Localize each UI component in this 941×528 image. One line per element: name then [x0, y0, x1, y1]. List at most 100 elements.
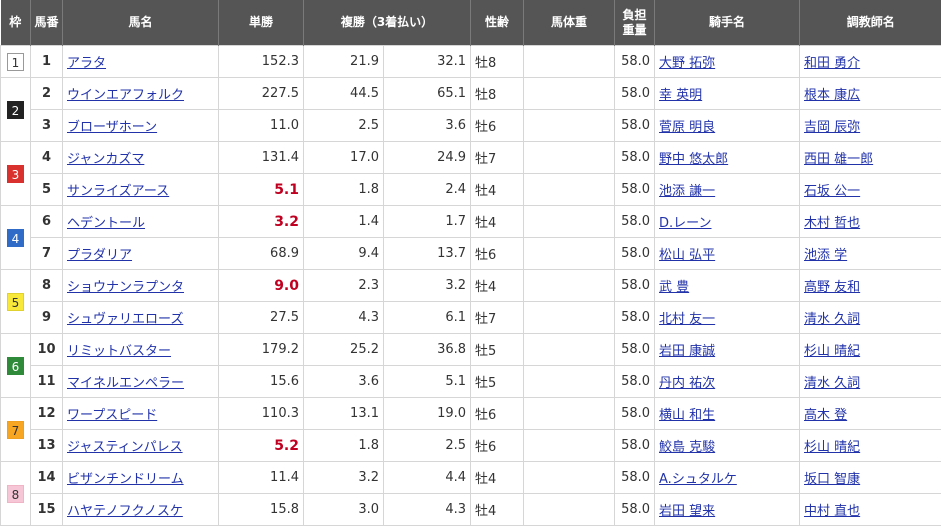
jockey-name-link[interactable]: 菅原 明良	[659, 120, 715, 135]
burden-weight: 58.0	[614, 205, 656, 238]
horse-name-cell: ジャンカズマ	[62, 141, 219, 174]
jockey-name-cell: 北村 友一	[654, 301, 801, 334]
trainer-name-link[interactable]: 木村 哲也	[804, 216, 860, 231]
waku-badge: 8	[7, 484, 24, 503]
horse-name-cell: サンライズアース	[62, 173, 219, 206]
table-row: 1 1 アラタ 152.3 21.9 32.1 牡8 58.0 大野 拓弥 和田 勇介	[0, 45, 941, 78]
place-odds-max: 3.2	[382, 269, 472, 302]
jockey-name-link[interactable]: 武 豊	[659, 280, 689, 295]
jockey-name-link[interactable]: 丹内 祐次	[659, 376, 715, 391]
table-row: 9 シュヴァリエローズ 27.5 4.3 6.1 牡7 58.0 北村 友一 清水 久詞	[1, 301, 941, 334]
horse-name-link[interactable]: リミットバスター	[67, 344, 171, 359]
waku-cell: 7	[0, 397, 31, 462]
umaban: 8	[30, 269, 63, 302]
burden-weight: 58.0	[614, 269, 656, 302]
trainer-name-link[interactable]: 和田 勇介	[804, 56, 860, 71]
burden-weight: 58.0	[614, 365, 656, 398]
jockey-name-link[interactable]: 岩田 望来	[659, 504, 715, 519]
jockey-name-link[interactable]: 野中 悠太郎	[659, 152, 728, 167]
jockey-name-link[interactable]: D.レーン	[659, 216, 712, 231]
jockey-name-link[interactable]: 横山 和生	[659, 408, 715, 423]
jockey-name-link[interactable]: 池添 謙一	[659, 184, 715, 199]
table-row: 7 12 ワープスピード 110.3 13.1 19.0 牡6 58.0 横山 和生 高木 登	[0, 397, 941, 462]
table-row: 3 ブローザホーン 11.0 2.5 3.6 牡6 58.0 菅原 明良 吉岡 辰弥	[1, 109, 941, 142]
table-row: 8 14 ビザンチンドリーム 11.4 3.2 4.4 牡4 58.0 A.シュタルケ 坂口 智康	[0, 461, 941, 526]
trainer-name-link[interactable]: 石坂 公一	[804, 184, 860, 199]
horse-name-link[interactable]: アラタ	[67, 56, 106, 71]
odds-table: 枠 馬番 馬名 単勝 複勝（3着払い） 性齢 馬体重 負担 重量 騎手名 調教師…	[0, 0, 941, 526]
table-row: 5 サンライズアース 5.1 1.8 2.4 牡4 58.0 池添 謙一 石坂 公一	[1, 173, 941, 206]
burden-weight: 58.0	[614, 173, 656, 206]
trainer-name-link[interactable]: 坂口 智康	[804, 472, 860, 487]
horse-name-link[interactable]: ハヤテノフクノスケ	[67, 504, 183, 519]
jockey-name-link[interactable]: 大野 拓弥	[659, 56, 715, 71]
horse-name-cell: マイネルエンペラー	[62, 365, 219, 398]
umaban: 6	[30, 205, 63, 238]
sex-age: 牡5	[470, 365, 525, 398]
header-umaban: 馬番	[30, 0, 63, 46]
trainer-name-link[interactable]: 中村 直也	[804, 504, 860, 519]
waku-badge: 1	[7, 52, 24, 71]
header-trainer: 調教師名	[799, 0, 941, 46]
sex-age: 牡8	[470, 45, 525, 78]
sex-age: 牡4	[470, 269, 525, 302]
trainer-name-cell: 木村 哲也	[799, 205, 941, 238]
jockey-name-link[interactable]: 岩田 康誠	[659, 344, 715, 359]
jockey-name-cell: 丹内 祐次	[654, 365, 801, 398]
table-row: 11 マイネルエンペラー 15.6 3.6 5.1 牡5 58.0 丹内 祐次 清水 久詞	[1, 365, 941, 398]
sex-age: 牡7	[470, 141, 525, 174]
trainer-name-link[interactable]: 杉山 晴紀	[804, 344, 860, 359]
jockey-name-link[interactable]: A.シュタルケ	[659, 472, 737, 487]
place-odds-min: 9.4	[303, 237, 384, 270]
place-odds-max: 2.4	[382, 173, 472, 206]
burden-weight: 58.0	[614, 301, 656, 334]
jockey-name-link[interactable]: 鮫島 克駿	[659, 440, 715, 455]
horse-name-link[interactable]: ヘデントール	[67, 216, 145, 231]
win-odds: 227.5	[218, 77, 304, 110]
trainer-name-link[interactable]: 高野 友和	[804, 280, 860, 295]
horse-name-link[interactable]: ショウナンラプンタ	[67, 280, 184, 295]
burden-weight: 58.0	[614, 45, 656, 78]
horse-name-link[interactable]: シュヴァリエローズ	[67, 312, 183, 327]
trainer-name-link[interactable]: 杉山 晴紀	[804, 440, 860, 455]
horse-name-cell: ショウナンラプンタ	[62, 269, 219, 302]
horse-name-link[interactable]: ブローザホーン	[67, 120, 157, 135]
waku-cell: 3	[0, 141, 31, 206]
horse-name-link[interactable]: サンライズアース	[67, 184, 169, 199]
waku-cell: 1	[0, 45, 31, 78]
win-odds: 3.2	[218, 205, 304, 238]
horse-name-cell: ブローザホーン	[62, 109, 219, 142]
trainer-name-link[interactable]: 清水 久詞	[804, 312, 860, 327]
table-row: 4 6 ヘデントール 3.2 1.4 1.7 牡4 58.0 D.レーン 木村 哲也	[0, 205, 941, 270]
umaban: 9	[30, 301, 63, 334]
horse-name-link[interactable]: マイネルエンペラー	[67, 376, 184, 391]
horse-name-link[interactable]: プラダリア	[67, 248, 132, 263]
trainer-name-link[interactable]: 池添 学	[804, 248, 847, 263]
win-odds: 11.4	[218, 461, 304, 494]
trainer-name-link[interactable]: 西田 雄一郎	[804, 152, 873, 167]
horse-name-link[interactable]: ジャスティンパレス	[67, 440, 183, 455]
horse-name-link[interactable]: ジャンカズマ	[67, 152, 144, 167]
horse-name-link[interactable]: ウインエアフォルク	[67, 88, 184, 103]
trainer-name-link[interactable]: 根本 康広	[804, 88, 860, 103]
trainer-name-link[interactable]: 清水 久詞	[804, 376, 860, 391]
trainer-name-link[interactable]: 吉岡 辰弥	[804, 120, 860, 135]
umaban: 15	[30, 493, 63, 526]
horse-name-link[interactable]: ビザンチンドリーム	[67, 472, 184, 487]
jockey-name-link[interactable]: 松山 弘平	[659, 248, 715, 263]
sex-age: 牡8	[470, 77, 525, 110]
trainer-name-cell: 和田 勇介	[799, 45, 941, 78]
table-row: 7 プラダリア 68.9 9.4 13.7 牡6 58.0 松山 弘平 池添 学	[1, 237, 941, 270]
trainer-name-link[interactable]: 高木 登	[804, 408, 847, 423]
header-win: 単勝	[218, 0, 304, 46]
waku-badge: 4	[7, 228, 24, 247]
jockey-name-link[interactable]: 北村 友一	[659, 312, 715, 327]
jockey-name-link[interactable]: 幸 英明	[659, 88, 702, 103]
jockey-name-cell: 大野 拓弥	[654, 45, 801, 78]
trainer-name-cell: 杉山 晴紀	[799, 333, 941, 366]
horse-name-link[interactable]: ワープスピード	[67, 408, 157, 423]
place-odds-min: 3.2	[303, 461, 384, 494]
win-odds: 5.1	[218, 173, 304, 206]
body-weight	[523, 365, 616, 398]
waku-badge: 2	[7, 100, 24, 119]
